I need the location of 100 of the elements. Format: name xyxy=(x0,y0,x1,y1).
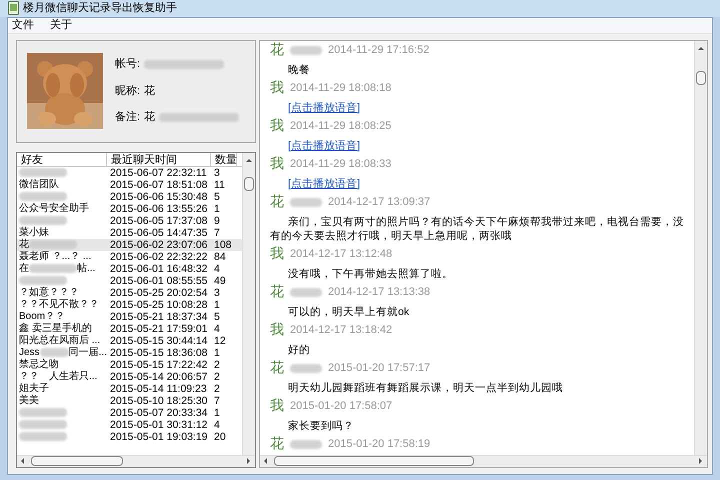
menu-item[interactable]: 文件 xyxy=(12,16,34,34)
scroll-right-arrow-icon[interactable] xyxy=(697,457,705,465)
table-row[interactable]: ？如意？？？ 2015-05-25 20:02:54 3 xyxy=(17,286,242,298)
scrollbar-thumb[interactable] xyxy=(696,70,706,84)
table-cell-text: 2 xyxy=(213,358,221,370)
sender-name: 花 xyxy=(270,193,284,212)
scroll-left-arrow-icon[interactable] xyxy=(262,457,270,465)
table-cell-text: 2015-06-06 15:30:48 xyxy=(109,190,208,202)
horizontal-scrollbar[interactable] xyxy=(260,454,707,466)
name-text: ？？ 人生若只... xyxy=(19,370,98,382)
sender-name: 我 xyxy=(270,117,284,136)
play-voice-link[interactable]: [点击播放语音] xyxy=(270,136,360,154)
table-row[interactable]: 禁忌之吻 2015-05-15 17:22:42 2 xyxy=(17,358,242,370)
table-cell-text: 1 xyxy=(213,346,221,358)
scrollbar-thumb[interactable] xyxy=(274,456,474,466)
table-row[interactable]: ？？ 人生若只... 2015-05-14 20:06:57 2 xyxy=(17,370,242,382)
table-row[interactable]: 微信团队 2015-06-07 18:51:08 11 xyxy=(17,178,242,190)
table-cell-text: 1 xyxy=(213,298,221,310)
table-cell-text: 2015-06-05 17:37:08 xyxy=(109,214,208,226)
field-label: 帐号: xyxy=(115,57,140,72)
name-text: ？如意？？？ xyxy=(19,286,79,298)
table-row[interactable]: 阳光总在风雨后 ... 2015-05-15 30:44:14 12 xyxy=(17,334,242,346)
name-text: 菜小妹 xyxy=(19,226,49,238)
name-text: 姐夫子 xyxy=(19,382,49,394)
message-time: 2014-12-17 13:13:38 xyxy=(328,285,430,300)
column-header[interactable]: 好友 xyxy=(17,152,107,166)
table-row[interactable]: 2015-06-07 22:32:11 3 xyxy=(17,166,242,178)
scrollbar-thumb[interactable] xyxy=(31,456,123,466)
table-cell-text: 108 xyxy=(213,238,233,250)
table-row[interactable]: 在 帖... 2015-06-01 16:48:32 4 xyxy=(17,262,242,274)
table-cell-text: 5 xyxy=(213,190,221,202)
sender-name: 花 xyxy=(270,359,284,378)
blurred-text xyxy=(29,240,77,249)
horizontal-scrollbar[interactable] xyxy=(17,454,255,466)
table-cell-text: 2 xyxy=(213,382,221,394)
message-text: 晚餐 xyxy=(287,62,311,78)
play-voice-link[interactable]: [点击播放语音] xyxy=(270,98,360,116)
scrollbar-thumb[interactable] xyxy=(244,176,254,190)
table-cell-text: 2015-05-07 20:33:34 xyxy=(109,406,208,418)
name-text: 花 xyxy=(144,84,156,99)
message-time: 2014-11-29 18:08:18 xyxy=(290,81,392,96)
table-row[interactable]: 菜小妹 2015-06-05 14:47:35 7 xyxy=(17,226,242,238)
table-row[interactable]: 公众号安全助手 2015-06-06 13:55:26 1 xyxy=(17,202,242,214)
table-row[interactable]: 美美 2015-05-10 18:25:30 7 xyxy=(17,394,242,406)
table-cell-text: 2015-05-01 19:03:19 xyxy=(109,430,208,442)
column-header[interactable]: 数量 xyxy=(211,152,237,166)
sender-name: 我 xyxy=(270,245,284,264)
message-time: 2015-01-20 17:57:17 xyxy=(328,361,430,376)
blurred-text xyxy=(40,348,69,357)
scroll-up-arrow-icon[interactable] xyxy=(697,44,705,52)
blurred-text xyxy=(19,432,67,441)
message-time: 2015-01-20 17:58:07 xyxy=(290,399,392,414)
table-row[interactable]: 花 2015-06-02 23:07:06 108 xyxy=(17,238,242,250)
table-cell-text: 9 xyxy=(213,214,221,226)
play-voice-link[interactable]: [点击播放语音] xyxy=(270,174,360,192)
table-cell-text: 84 xyxy=(213,250,227,262)
name-text: 美美 xyxy=(19,394,39,406)
blurred-text xyxy=(19,420,67,429)
sender-name: 我 xyxy=(270,397,284,416)
table-cell-text: 4 xyxy=(213,262,221,274)
vertical-scrollbar[interactable] xyxy=(694,40,707,454)
table-row[interactable]: 2015-06-05 17:37:08 9 xyxy=(17,214,242,226)
name-text: 花 xyxy=(19,238,29,250)
table-row[interactable]: 2015-06-06 15:30:48 5 xyxy=(17,190,242,202)
field-label: 备注: xyxy=(115,110,140,126)
table-cell-text: 11 xyxy=(213,178,226,190)
name-text: 微信团队 xyxy=(19,178,59,190)
scroll-up-arrow-icon[interactable] xyxy=(245,156,253,164)
table-row[interactable]: 姐夫子 2015-05-14 11:09:23 2 xyxy=(17,382,242,394)
table-row[interactable]: 2015-05-07 20:33:34 1 xyxy=(17,406,242,418)
table-cell-text: 4 xyxy=(213,322,221,334)
name-text: 同一届... xyxy=(68,346,107,358)
message-text: 可以的，明天早上有就ok xyxy=(287,304,410,320)
window-title: 楼月微信聊天记录导出恢复助手 xyxy=(23,1,177,16)
table-row[interactable]: 2015-05-01 30:31:12 4 xyxy=(17,418,242,430)
message-time: 2014-12-17 13:12:48 xyxy=(290,247,392,262)
table-row[interactable]: Boom？？ 2015-05-21 18:37:34 5 xyxy=(17,310,242,322)
blurred-text xyxy=(19,216,67,225)
scroll-right-arrow-icon[interactable] xyxy=(245,457,253,465)
table-row[interactable]: 2015-05-01 19:03:19 20 xyxy=(17,430,242,442)
table-cell-text: 3 xyxy=(213,166,221,178)
table-row[interactable]: Jess 同一届... 2015-05-15 18:36:08 1 xyxy=(17,346,242,358)
scroll-left-arrow-icon[interactable] xyxy=(19,457,27,465)
vertical-scrollbar[interactable] xyxy=(242,152,255,454)
table-cell-text: 49 xyxy=(213,274,227,286)
table-cell-text: 20 xyxy=(213,430,227,442)
table-cell-text: 1 xyxy=(213,202,221,214)
table-cell-text: 2015-06-01 08:55:55 xyxy=(109,274,208,286)
table-row[interactable]: 2015-06-01 08:55:55 49 xyxy=(17,274,242,286)
menu-item[interactable]: 关于 xyxy=(50,16,72,34)
message-text: 家长要到吗？ xyxy=(287,418,355,434)
table-cell-text: 2015-06-06 13:55:26 xyxy=(109,202,208,214)
column-header[interactable]: 最近聊天时间 xyxy=(107,152,211,166)
table-row[interactable]: 鑫 卖三星手机的 2015-05-21 17:59:01 4 xyxy=(17,322,242,334)
sender-name: 我 xyxy=(270,321,284,340)
table-row[interactable]: 聂老师 ？...？ ... 2015-06-02 22:32:22 84 xyxy=(17,250,242,262)
blurred-text xyxy=(19,408,67,417)
table-row[interactable]: ？？不见不散？？ 2015-05-25 10:08:28 1 xyxy=(17,298,242,310)
message-time: 2015-01-20 17:58:19 xyxy=(328,437,430,452)
table-cell-text: 2015-06-02 23:07:06 xyxy=(109,238,208,250)
